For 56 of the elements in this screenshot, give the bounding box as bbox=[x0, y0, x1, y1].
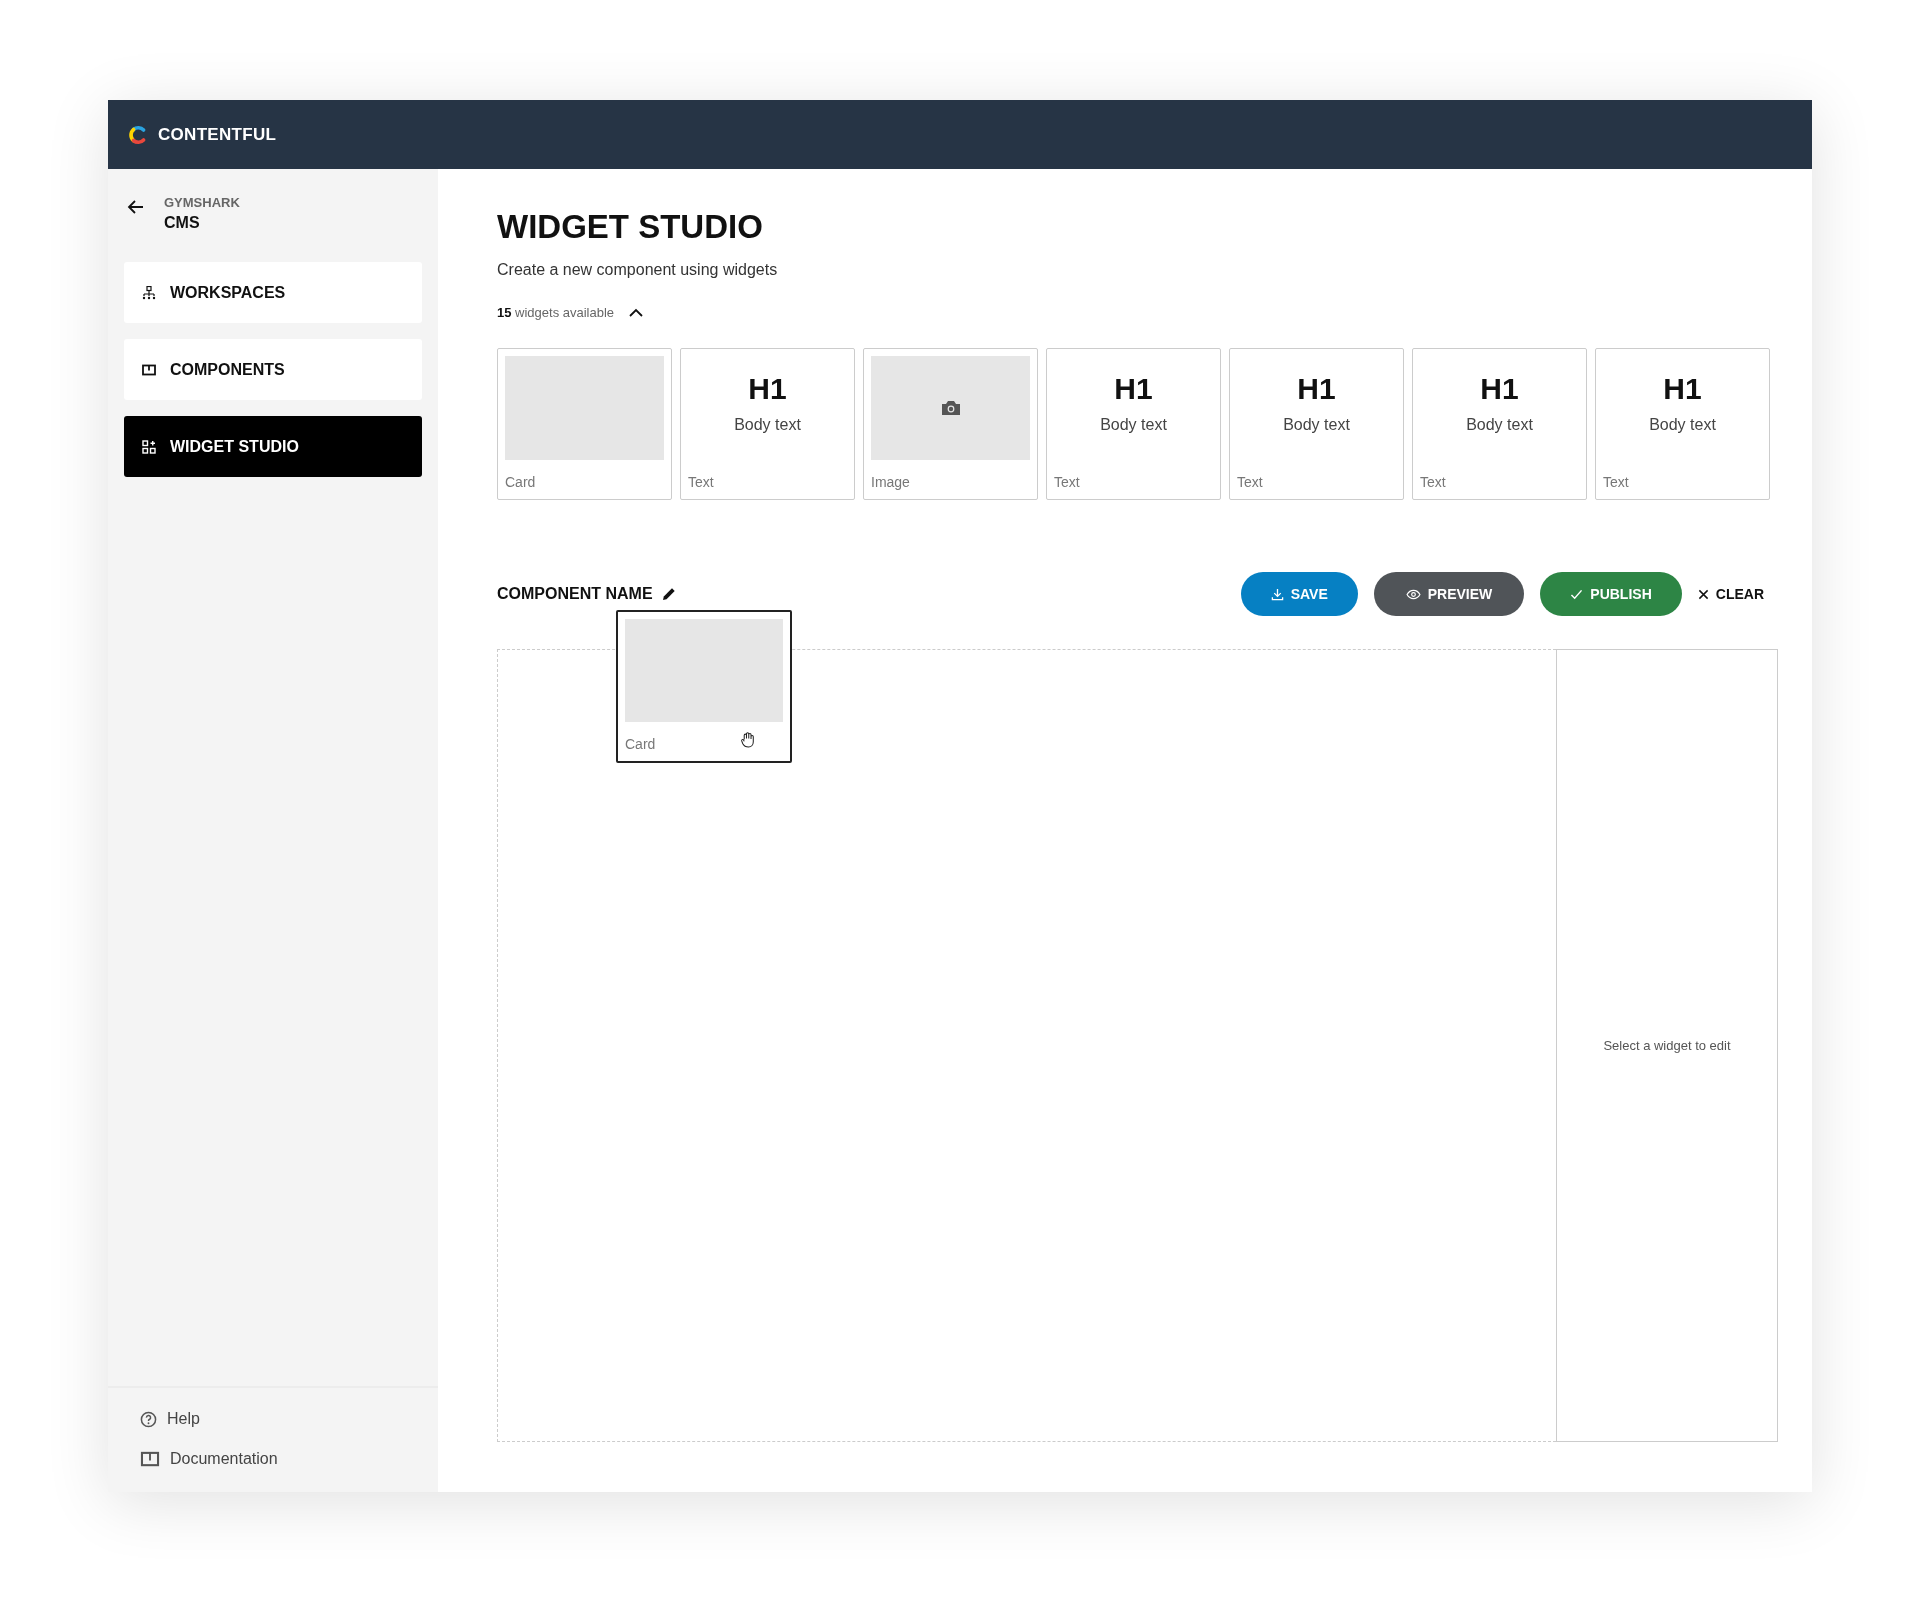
space-name: CMS bbox=[164, 214, 201, 232]
nav-item[interactable]: COMPONENTS bbox=[124, 339, 422, 400]
action-button[interactable]: CLEAR bbox=[1697, 572, 1764, 617]
grab-hand-icon bbox=[740, 731, 757, 749]
close-icon bbox=[1697, 588, 1709, 600]
help-icon bbox=[140, 1410, 157, 1428]
widget-count: 15 widgets available bbox=[497, 305, 615, 321]
widget-card[interactable]: H1 Body text Text bbox=[1046, 348, 1221, 501]
dragged-card-overlay[interactable]: Card bbox=[616, 610, 792, 764]
widget-card[interactable]: Card bbox=[497, 348, 672, 501]
eye-icon bbox=[1405, 588, 1421, 600]
heading-sample: H1 bbox=[1480, 374, 1519, 405]
heading-sample: H1 bbox=[1663, 374, 1702, 405]
widget-card[interactable]: Image bbox=[863, 348, 1038, 501]
page-title: WIDGET STUDIO bbox=[497, 209, 764, 246]
chevron-icon[interactable] bbox=[628, 307, 645, 318]
widget-card[interactable]: H1 Body text Text bbox=[1595, 348, 1770, 501]
page-subtitle: Create a new component using widgets bbox=[497, 261, 779, 280]
nav-item[interactable]: WORKSPACES bbox=[124, 262, 422, 323]
organization-name: GYMSHARK bbox=[164, 195, 240, 210]
action-button[interactable]: PREVIEW bbox=[1373, 572, 1525, 617]
heading-sample: H1 bbox=[748, 374, 787, 405]
widget-caption: Text bbox=[688, 474, 715, 491]
widget-caption: Card bbox=[625, 736, 656, 753]
body-sample: Body text bbox=[1649, 416, 1716, 435]
widget-card[interactable]: H1 Body text Text bbox=[680, 348, 855, 501]
body-sample: Body text bbox=[1283, 416, 1350, 435]
body-sample: Body text bbox=[1466, 416, 1533, 435]
pencil-icon[interactable] bbox=[660, 586, 677, 603]
brand-name: CONTENTFUL bbox=[158, 124, 277, 145]
footer-link[interactable]: Help bbox=[140, 1410, 438, 1428]
book-icon bbox=[142, 362, 156, 377]
body-sample: Body text bbox=[1100, 416, 1167, 435]
panel-hint: Select a widget to edit bbox=[1603, 1038, 1731, 1054]
widget-caption: Text bbox=[1237, 474, 1264, 491]
widget-caption: Card bbox=[505, 474, 537, 491]
widget-caption: Text bbox=[1054, 474, 1081, 491]
widget-caption: Image bbox=[871, 474, 911, 491]
widget-card[interactable]: H1 Body text Text bbox=[1229, 348, 1404, 501]
body-sample: Body text bbox=[734, 416, 801, 435]
widget-caption: Text bbox=[1603, 474, 1630, 491]
action-button[interactable]: SAVE bbox=[1240, 572, 1358, 617]
action-button[interactable]: PUBLISH bbox=[1540, 572, 1682, 617]
book-icon bbox=[140, 1450, 160, 1468]
hierarchy-icon bbox=[142, 285, 156, 300]
camera-icon bbox=[940, 400, 961, 417]
footer-link[interactable]: Documentation bbox=[140, 1450, 438, 1468]
widget-card[interactable]: H1 Body text Text bbox=[1412, 348, 1587, 501]
download-icon bbox=[1270, 587, 1284, 601]
widget-caption: Text bbox=[1420, 474, 1447, 491]
check-icon bbox=[1570, 588, 1584, 600]
grid-icon bbox=[142, 439, 156, 454]
nav-item[interactable]: WIDGET STUDIO bbox=[124, 416, 422, 477]
component-name: COMPONENT NAME bbox=[497, 585, 653, 604]
heading-sample: H1 bbox=[1297, 374, 1336, 405]
heading-sample: H1 bbox=[1114, 374, 1153, 405]
